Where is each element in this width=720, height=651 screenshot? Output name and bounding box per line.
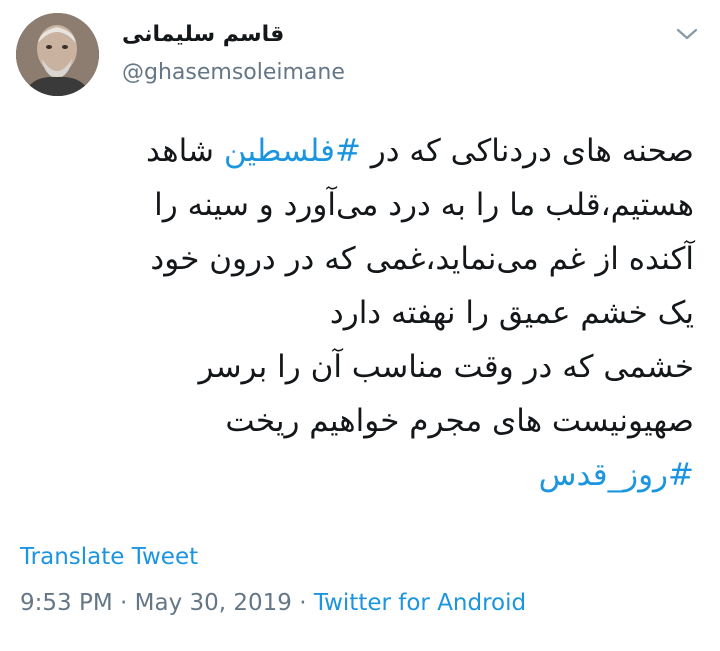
tweet-date[interactable]: May 30, 2019 [135, 590, 292, 616]
tweet-line: خشمی که در وقت مناسب آن را برسر [24, 340, 694, 394]
tweet-header: قاسم سلیمانی @ghasemsoleimane [0, 0, 720, 110]
tweet-source-link[interactable]: Twitter for Android [314, 590, 526, 616]
tweet-line: صحنه های دردناکی که در #فلسطین شاهد [24, 124, 694, 178]
user-handle[interactable]: @ghasemsoleimane [122, 60, 345, 85]
tweet-line: هستیم،قلب ما را به درد می‌آورد و سینه را [24, 178, 694, 232]
tweet-line: #روز_قدس [24, 448, 694, 502]
meta-separator: · [112, 590, 135, 616]
display-name[interactable]: قاسم سلیمانی [122, 22, 284, 47]
tweet-meta: 9:53 PM · May 30, 2019 · Twitter for And… [20, 590, 526, 616]
translate-tweet-link[interactable]: Translate Tweet [20, 544, 198, 570]
hashtag-link[interactable]: #روز_قدس [539, 457, 694, 493]
chevron-down-icon[interactable] [675, 26, 699, 42]
tweet-line: یک خشم عمیق را نهفته دارد [24, 286, 694, 340]
tweet-text-segment: شاهد [145, 133, 224, 169]
tweet-line: صهیونیست های مجرم خواهیم ریخت [24, 394, 694, 448]
meta-separator: · [291, 590, 314, 616]
tweet-text-segment: صحنه های دردناکی که در [360, 133, 694, 169]
tweet-text-segment: آکنده از غم می‌نماید،غمی که در درون خود [150, 241, 694, 277]
hashtag-link[interactable]: #فلسطین [224, 133, 361, 169]
tweet-text-segment: خشمی که در وقت مناسب آن را برسر [198, 349, 694, 385]
avatar[interactable] [16, 13, 99, 96]
tweet-text-segment: یک خشم عمیق را نهفته دارد [329, 295, 694, 331]
tweet-text: صحنه های دردناکی که در #فلسطین شاهد هستیم… [24, 124, 694, 502]
tweet-text-segment: هستیم،قلب ما را به درد می‌آورد و سینه را [154, 187, 694, 223]
profile-photo-icon [16, 13, 99, 96]
tweet-text-segment: صهیونیست های مجرم خواهیم ریخت [225, 403, 694, 439]
tweet-time: 9:53 PM [20, 590, 113, 616]
tweet-line: آکنده از غم می‌نماید،غمی که در درون خود [24, 232, 694, 286]
